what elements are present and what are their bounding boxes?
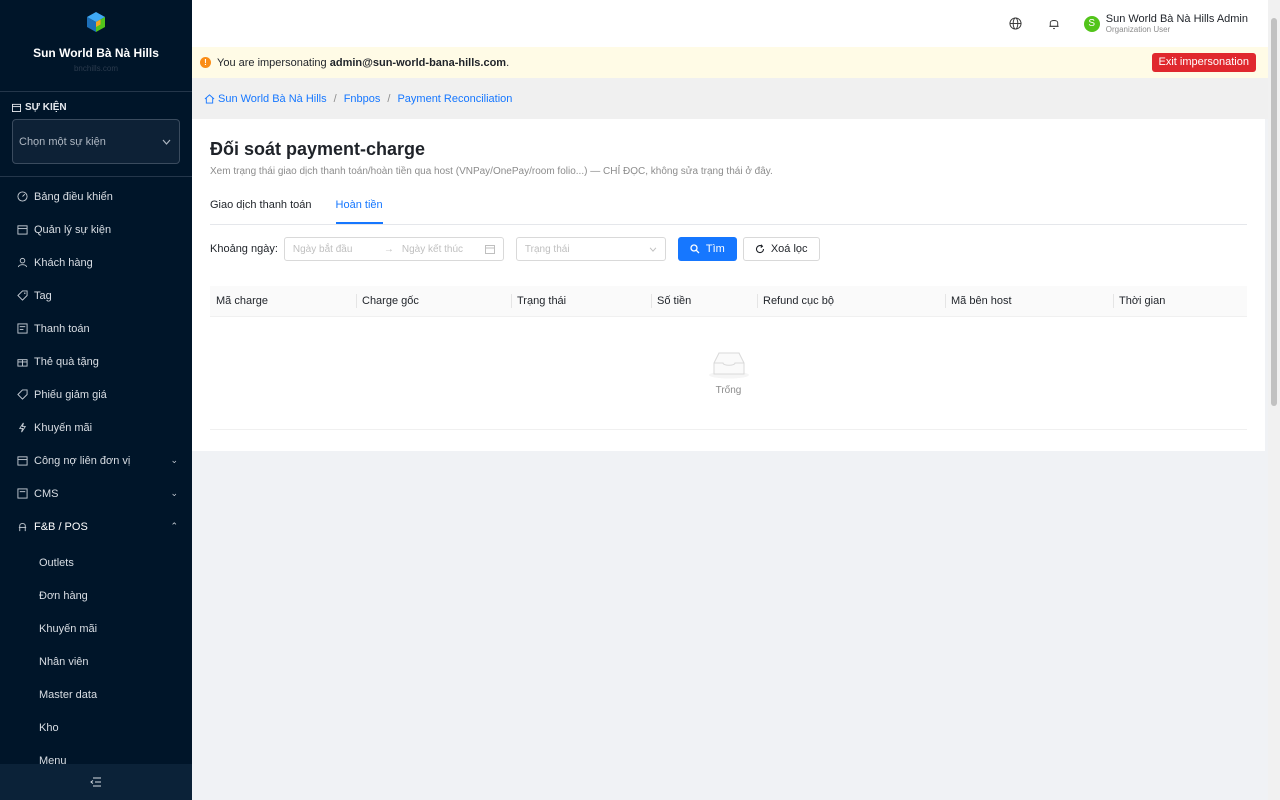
notification-bell-icon[interactable] — [1046, 16, 1062, 32]
status-select[interactable]: Trạng thái — [515, 237, 666, 261]
coupon-icon — [16, 389, 28, 401]
clear-filter-button[interactable]: Xoá lọc — [742, 237, 820, 261]
calendar-icon — [12, 103, 21, 112]
user-name: Sun World Bà Nà Hills Admin — [1105, 12, 1248, 25]
column-time[interactable]: Thời gian — [1113, 286, 1247, 317]
user-icon — [16, 257, 28, 269]
empty-state: Trống — [210, 317, 1247, 430]
logo-cube-icon — [87, 12, 105, 32]
brand: Sun World Bà Nà Hills bnchills.com — [0, 0, 192, 92]
submenu-item-master-data[interactable]: Master data — [0, 678, 192, 711]
bolt-icon — [16, 422, 28, 434]
menu-fold-icon — [90, 777, 101, 787]
sidebar-item-payment[interactable]: Thanh toán — [0, 312, 192, 345]
home-icon — [204, 93, 215, 104]
column-status[interactable]: Trạng thái — [511, 286, 651, 317]
gift-icon — [16, 356, 28, 368]
ledger-icon — [16, 455, 28, 467]
tabs: Giao dịch thanh toán Hoàn tiền — [210, 199, 1247, 225]
language-globe-icon[interactable] — [1008, 16, 1024, 32]
filter-bar: Khoảng ngày: Ngày bắt đầu → Ngày kết thú… — [210, 237, 1247, 261]
event-select[interactable]: Chọn một sự kiện — [12, 119, 180, 164]
sidebar-item-promotion[interactable]: Khuyến mãi — [0, 411, 192, 444]
calendar-icon — [16, 224, 28, 236]
column-host-code[interactable]: Mã bên host — [945, 286, 1113, 317]
cms-icon — [16, 488, 28, 500]
sidebar-item-coupon[interactable]: Phiếu giảm giá — [0, 378, 192, 411]
impersonation-text: You are impersonating admin@sun-world-ba… — [217, 56, 510, 69]
chevron-down-icon — [649, 247, 657, 252]
empty-text: Trống — [715, 385, 742, 396]
column-original-charge[interactable]: Charge gốc — [356, 286, 511, 317]
sidebar-item-customers[interactable]: Khách hàng — [0, 246, 192, 279]
impersonated-email: admin@sun-world-bana-hills.com — [329, 56, 507, 69]
tag-icon — [16, 290, 28, 302]
refund-table: Mã charge Charge gốc Trạng thái Số tiền … — [210, 286, 1247, 317]
scrollbar-thumb[interactable] — [1271, 18, 1277, 406]
page-scrollbar[interactable] — [1268, 0, 1280, 800]
sidebar: Sun World Bà Nà Hills bnchills.com SỰ KI… — [0, 0, 192, 800]
search-icon — [690, 244, 700, 254]
sidebar-item-events[interactable]: Quản lý sự kiện — [0, 213, 192, 246]
breadcrumb: Sun World Bà Nà Hills / Fnbpos / Payment… — [192, 78, 1268, 119]
date-range-label: Khoảng ngày: — [210, 243, 278, 255]
exit-impersonation-button[interactable]: Exit impersonation — [1151, 53, 1256, 72]
submenu-item-orders[interactable]: Đơn hàng — [0, 579, 192, 612]
user-role: Organization User — [1105, 24, 1171, 34]
brand-name: Sun World Bà Nà Hills — [33, 46, 159, 60]
calendar-icon — [484, 245, 495, 254]
event-section: SỰ KIỆN Chọn một sự kiện — [0, 92, 192, 177]
brand-subtitle: bnchills.com — [73, 64, 118, 73]
submenu-item-promotions[interactable]: Khuyến mãi — [0, 612, 192, 645]
breadcrumb-separator: / — [387, 92, 391, 105]
payment-icon — [16, 323, 28, 335]
page-title: Đối soát payment-charge — [210, 139, 426, 159]
chevron-down-icon: ⌄ — [170, 455, 178, 465]
main-content: Đối soát payment-charge Xem trạng thái g… — [192, 119, 1265, 451]
top-header: S Sun World Bà Nà Hills Admin Organizati… — [192, 0, 1268, 47]
date-range-picker[interactable]: Ngày bắt đầu → Ngày kết thúc — [283, 237, 504, 261]
chevron-down-icon — [162, 139, 171, 145]
column-charge-id[interactable]: Mã charge — [210, 286, 356, 317]
submenu-item-warehouse[interactable]: Kho — [0, 711, 192, 744]
status-select-placeholder: Trạng thái — [524, 243, 570, 255]
event-section-title: SỰ KIỆN — [12, 102, 180, 113]
sidebar-collapse-button[interactable] — [0, 764, 192, 800]
fnb-submenu: Outlets Đơn hàng Khuyến mãi Nhân viên Ma… — [0, 546, 192, 777]
breadcrumb-current[interactable]: Payment Reconciliation — [397, 93, 512, 105]
chevron-up-icon: ⌃ — [170, 521, 178, 531]
arrow-right-icon: → — [383, 243, 394, 255]
breadcrumb-separator: / — [333, 92, 337, 105]
chevron-down-icon: ⌄ — [170, 488, 178, 498]
event-select-placeholder: Chọn một sự kiện — [19, 135, 106, 148]
reload-icon — [755, 244, 764, 254]
start-date-input[interactable]: Ngày bắt đầu — [293, 244, 376, 255]
tab-refunds[interactable]: Hoàn tiền — [335, 199, 383, 224]
impersonation-banner: ! You are impersonating admin@sun-world-… — [192, 47, 1268, 78]
breadcrumb-fnbpos[interactable]: Fnbpos — [344, 93, 381, 105]
sidebar-item-cms[interactable]: CMS ⌄ — [0, 477, 192, 510]
sidebar-item-fnb-pos[interactable]: F&B / POS ⌃ — [0, 510, 192, 543]
warning-icon: ! — [200, 57, 211, 68]
dashboard-icon — [16, 191, 28, 203]
end-date-input[interactable]: Ngày kết thúc — [402, 244, 485, 255]
column-local-refund[interactable]: Refund cục bộ — [757, 286, 945, 317]
search-button[interactable]: Tìm — [677, 237, 737, 261]
table-header-row: Mã charge Charge gốc Trạng thái Số tiền … — [210, 286, 1247, 317]
user-menu[interactable]: S Sun World Bà Nà Hills Admin Organizati… — [1083, 12, 1248, 35]
sidebar-item-dashboard[interactable]: Bảng điều khiển — [0, 180, 192, 213]
empty-inbox-icon — [708, 352, 749, 379]
sidebar-item-tag[interactable]: Tag — [0, 279, 192, 312]
pos-icon — [16, 521, 28, 533]
breadcrumb-home[interactable]: Sun World Bà Nà Hills — [204, 93, 327, 105]
page-description: Xem trạng thái giao dịch thanh toán/hoàn… — [210, 166, 773, 177]
sidebar-menu: Bảng điều khiển Quản lý sự kiện Khách hà… — [0, 180, 192, 543]
column-amount[interactable]: Số tiền — [651, 286, 757, 317]
tab-payment-transactions[interactable]: Giao dịch thanh toán — [210, 199, 312, 224]
avatar: S — [1083, 15, 1100, 32]
sidebar-item-gift-card[interactable]: Thẻ quà tặng — [0, 345, 192, 378]
submenu-item-outlets[interactable]: Outlets — [0, 546, 192, 579]
sidebar-item-ledger[interactable]: Công nợ liên đơn vị ⌄ — [0, 444, 192, 477]
submenu-item-staff[interactable]: Nhân viên — [0, 645, 192, 678]
